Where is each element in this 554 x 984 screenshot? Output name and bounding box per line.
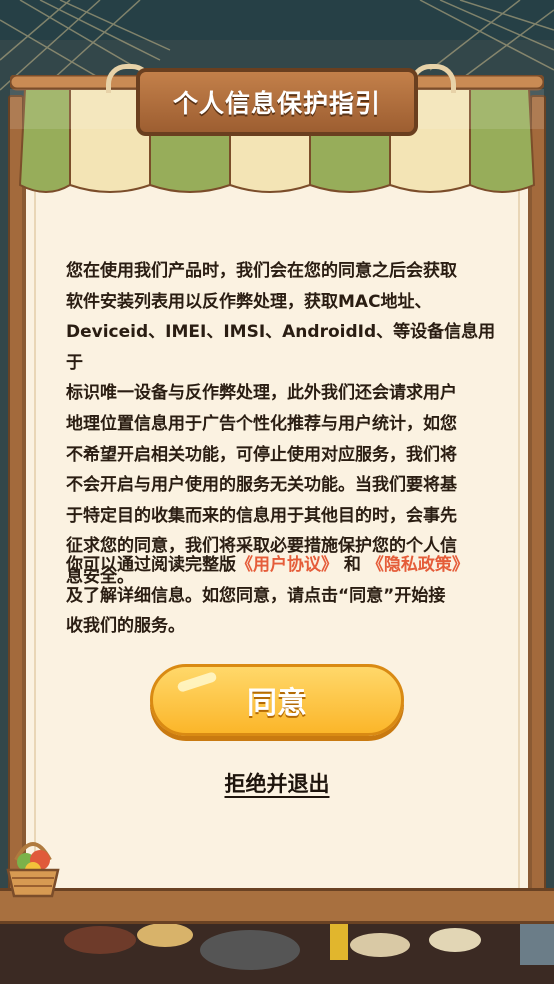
body-line: 不会开启与用户使用的服务无关功能。当我们要将基 xyxy=(66,475,457,496)
right-wood-post xyxy=(530,95,546,915)
consent-text: 你可以通过阅读完整版《用户协议》 和 《隐私政策》 及了解详细信息。如您同意，请… xyxy=(66,550,496,642)
bottom-wood-beam xyxy=(0,888,554,924)
body-line: 您在使用我们产品时，我们会在您的同意之后会获取 xyxy=(66,261,457,281)
consent-line-1: 你可以通过阅读完整版《用户协议》 和 《隐私政策》 xyxy=(66,550,496,581)
privacy-body-text: 您在使用我们产品时，我们会在您的同意之后会获取 软件安装列表用以反作弊处理，获取… xyxy=(66,256,496,593)
dialog-title: 个人信息保护指引 xyxy=(172,89,381,118)
consent-and: 和 xyxy=(343,555,361,575)
agree-button-label: 同意 xyxy=(247,686,307,721)
body-line: 不希望开启相关功能，可停止使用对应服务，我们将 xyxy=(66,444,457,465)
user-agreement-link[interactable]: 《用户协议》 xyxy=(236,555,338,575)
agree-button[interactable]: 同意 xyxy=(150,664,404,736)
body-line: 于特定目的收集而来的信息用于其他目的时，会事先 xyxy=(66,505,457,526)
consent-prefix: 你可以通过阅读完整版 xyxy=(66,555,236,575)
dialog-title-sign: 个人信息保护指引 xyxy=(136,68,418,136)
refuse-and-exit-link[interactable]: 拒绝并退出 xyxy=(214,768,340,798)
body-line: 软件安装列表用以反作弊处理，获取MAC地址、 xyxy=(66,291,432,312)
consent-line-2: 及了解详细信息。如您同意，请点击“同意”开始接 xyxy=(66,585,446,606)
body-line: 地理位置信息用于广告个性化推荐与用户统计，如您 xyxy=(66,413,457,434)
body-line: Deviceid、IMEI、IMSI、AndroidId、等设备信息用于 xyxy=(66,322,496,373)
button-shine xyxy=(176,671,218,693)
basket-icon xyxy=(6,842,60,898)
body-line: 标识唯一设备与反作弊处理，此外我们还会请求用户 xyxy=(66,383,457,404)
privacy-policy-link[interactable]: 《隐私政策》 xyxy=(367,555,469,575)
consent-line-3: 收我们的服务。 xyxy=(66,616,185,637)
